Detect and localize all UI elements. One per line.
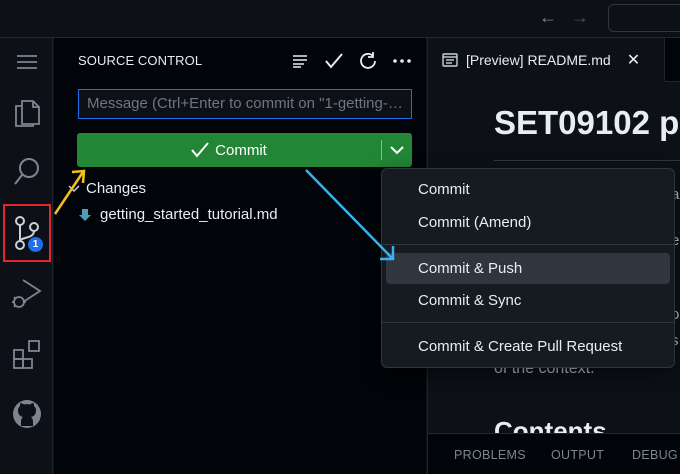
run-debug-icon[interactable]	[0, 270, 53, 318]
chevron-down-icon	[389, 145, 404, 154]
commit-button-label: Commit	[215, 141, 267, 159]
menu-icon[interactable]	[0, 38, 53, 86]
arrow-right-icon[interactable]: →	[571, 6, 589, 28]
search-icon[interactable]	[0, 148, 53, 196]
tab-debug-console[interactable]: DEBUG C	[632, 448, 680, 462]
commit-message-input[interactable]: Message (Ctrl+Enter to commit on "1-gett…	[78, 89, 412, 119]
more-icon[interactable]	[391, 50, 413, 72]
preview-icon	[442, 52, 458, 67]
tab-output[interactable]: OUTPUT	[551, 448, 604, 462]
refresh-icon[interactable]	[357, 50, 379, 72]
menu-divider	[382, 322, 674, 323]
preview-heading: SET09102 po	[494, 104, 680, 141]
commit-options-menu: Commit Commit (Amend) Commit & Push Comm…	[381, 168, 675, 368]
extensions-icon[interactable]	[0, 330, 53, 378]
changes-label: Changes	[86, 180, 147, 197]
pending-changes-badge: 1	[27, 236, 44, 253]
file-name: getting_started_tutorial.md	[100, 206, 278, 223]
github-icon[interactable]	[0, 390, 53, 438]
source-control-icon[interactable]: 1	[3, 204, 51, 262]
check-icon[interactable]	[323, 50, 345, 72]
changes-section-header[interactable]: Changes	[68, 180, 146, 197]
title-bar: ← →	[0, 0, 680, 38]
tab-strip-empty	[665, 38, 680, 82]
explorer-icon[interactable]	[0, 88, 53, 136]
tab-readme-preview[interactable]: [Preview] README.md ✕	[428, 38, 665, 82]
changed-file-item[interactable]: getting_started_tutorial.md	[78, 206, 278, 223]
panel-title: SOURCE CONTROL	[78, 53, 203, 68]
panel-actions	[289, 50, 413, 72]
arrow-left-icon[interactable]: ←	[539, 6, 557, 28]
activity-bar: 1	[0, 38, 53, 474]
menu-item-commit-amend[interactable]: Commit (Amend)	[386, 207, 670, 238]
menu-divider	[382, 244, 674, 245]
menu-item-commit-push[interactable]: Commit & Push	[386, 253, 670, 284]
chevron-down-icon	[68, 184, 80, 192]
menu-item-commit-sync[interactable]: Commit & Sync	[386, 285, 670, 316]
heading-divider	[494, 160, 680, 161]
tab-problems[interactable]: PROBLEMS	[454, 448, 526, 462]
tab-label: [Preview] README.md	[466, 51, 611, 68]
panel-tab-bar: PROBLEMS OUTPUT DEBUG C	[428, 433, 680, 474]
source-control-panel: SOURCE CONTROL Message (Ctrl+Enter to co…	[54, 38, 426, 474]
menu-item-commit-create-pr[interactable]: Commit & Create Pull Request	[386, 331, 670, 362]
commit-button[interactable]: Commit	[77, 133, 381, 167]
menu-item-commit[interactable]: Commit	[386, 174, 670, 205]
close-icon[interactable]: ✕	[627, 50, 640, 70]
view-as-tree-icon[interactable]	[289, 50, 311, 72]
commit-options-dropdown[interactable]	[381, 133, 412, 167]
markdown-file-icon	[79, 208, 91, 221]
check-icon	[191, 142, 209, 158]
command-center[interactable]	[608, 4, 680, 32]
